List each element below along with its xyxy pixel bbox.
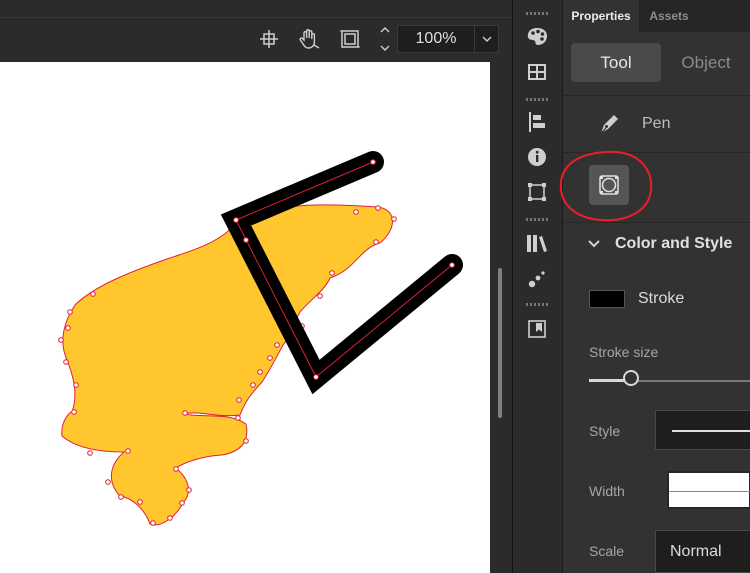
scrollbar-thumb[interactable]	[498, 268, 502, 418]
stage-scrollbar[interactable]	[490, 62, 512, 573]
grip-handle[interactable]	[526, 218, 548, 221]
width-label: Width	[589, 483, 625, 499]
tab-assets[interactable]: Assets	[639, 0, 699, 32]
tool-object-toggle: Tool Object	[571, 43, 750, 83]
grip-handle[interactable]	[526, 98, 548, 101]
divider	[563, 95, 750, 96]
tab-properties[interactable]: Properties	[563, 0, 639, 32]
stroke-style-dropdown[interactable]	[655, 410, 750, 450]
frame-picker-icon[interactable]	[523, 317, 551, 341]
transform-icon[interactable]	[523, 180, 551, 204]
motion-presets-icon[interactable]	[523, 267, 551, 291]
scale-label: Scale	[589, 543, 625, 559]
swatches-icon[interactable]	[523, 60, 551, 84]
section-title-color-and-style[interactable]: Color and Style	[615, 235, 732, 253]
grip-handle[interactable]	[526, 303, 548, 306]
scale-dropdown[interactable]: Normal	[655, 530, 750, 573]
crosshair-icon[interactable]	[256, 26, 282, 52]
stroke-size-slider-handle[interactable]	[623, 370, 639, 386]
stroke-label: Stroke	[638, 290, 685, 307]
chevron-down-icon	[482, 36, 491, 42]
style-label: Style	[589, 423, 621, 439]
hand-icon[interactable]	[297, 26, 323, 52]
current-tool-label: Pen	[642, 115, 671, 132]
scale-value: Normal	[670, 543, 722, 560]
chevron-up-icon[interactable]	[379, 25, 391, 35]
width-profile-dropdown[interactable]	[667, 471, 750, 509]
panel-tabs: Properties Assets	[563, 0, 750, 32]
tool-tab-button[interactable]: Tool	[571, 43, 661, 82]
stage-canvas[interactable]	[0, 62, 490, 573]
pen-icon	[597, 112, 621, 136]
red-circle-annotation	[555, 148, 660, 224]
chevron-down-icon[interactable]	[379, 43, 391, 53]
solid-line-preview	[672, 430, 750, 432]
clip-frame-icon[interactable]	[337, 26, 363, 52]
width-profile-preview	[669, 491, 750, 492]
align-icon[interactable]	[523, 110, 551, 134]
chevron-down-icon[interactable]	[587, 236, 601, 250]
library-icon[interactable]	[523, 231, 551, 255]
zoom-input[interactable]: 100%	[397, 25, 475, 53]
info-icon[interactable]	[523, 145, 551, 169]
color-palette-icon[interactable]	[523, 24, 551, 48]
panel-icon-strip	[512, 0, 562, 573]
artwork	[58, 151, 463, 526]
toolbar-divider	[0, 17, 512, 18]
properties-panel: Properties Assets Tool Object Pen Color …	[559, 0, 750, 573]
stroke-color-swatch[interactable]	[589, 290, 625, 308]
zoom-dropdown-button[interactable]	[475, 25, 499, 53]
stage-toolbar: 100%	[0, 0, 512, 62]
stroke-size-label: Stroke size	[589, 344, 659, 360]
grip-handle[interactable]	[526, 12, 548, 15]
object-tab-button[interactable]: Object	[661, 43, 750, 82]
zoom-stepper[interactable]	[376, 25, 394, 53]
divider	[563, 222, 750, 223]
